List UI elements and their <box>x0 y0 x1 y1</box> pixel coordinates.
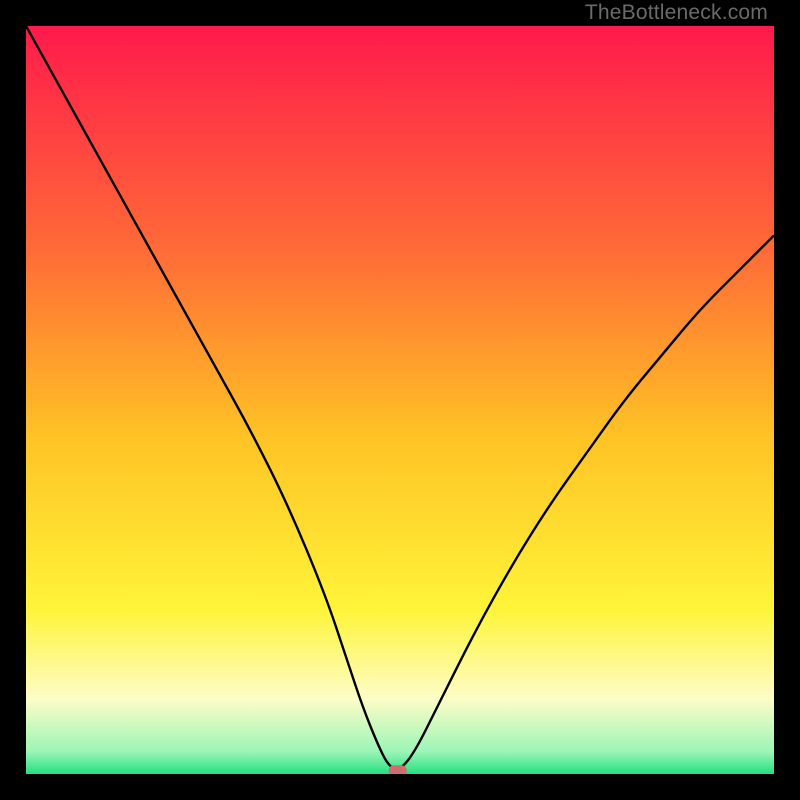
min-marker <box>389 765 407 774</box>
watermark-text: TheBottleneck.com <box>585 1 768 25</box>
gradient-background <box>26 26 774 774</box>
chart-frame: TheBottleneck.com <box>0 0 800 800</box>
plot-area <box>26 26 774 774</box>
chart-svg <box>26 26 774 774</box>
